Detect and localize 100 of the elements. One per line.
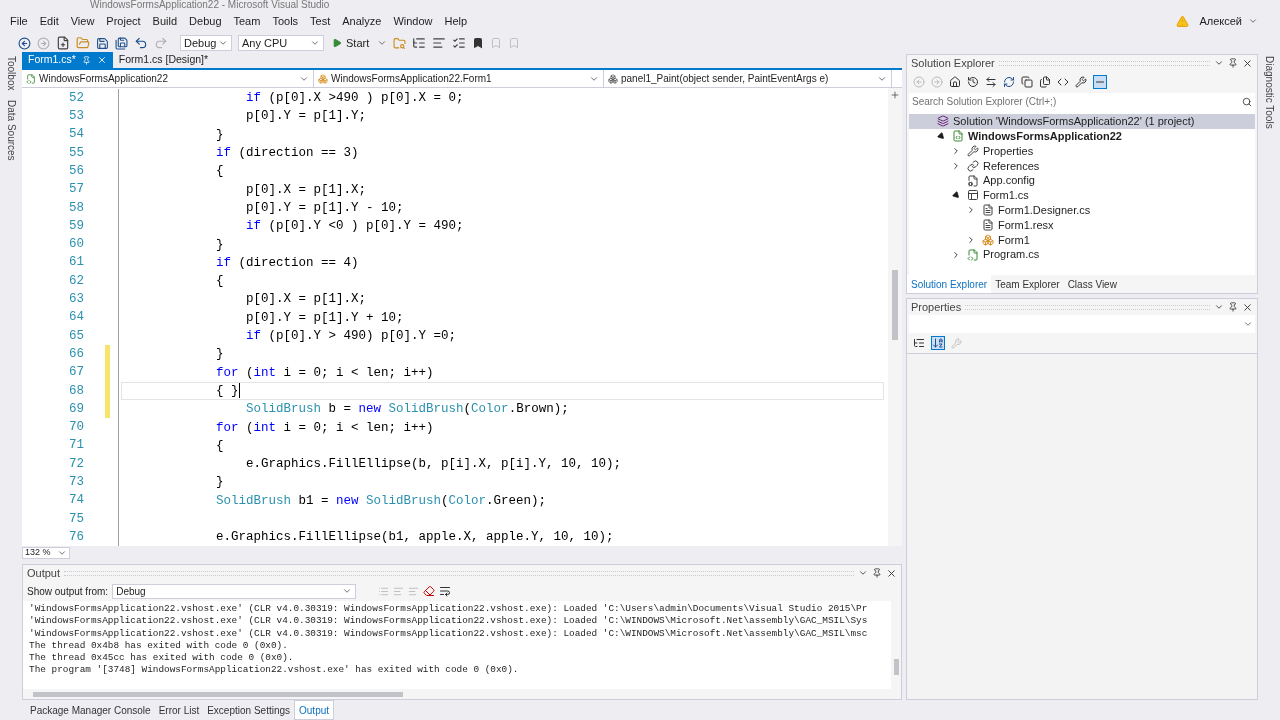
menu-item[interactable]: View: [64, 12, 101, 30]
navigation-dropdown[interactable]: WindowsFormsApplication22.Form1: [314, 70, 604, 87]
expanded-arrow-icon[interactable]: [951, 190, 961, 201]
line-number: 52: [68, 89, 84, 107]
project-icon: [26, 73, 36, 84]
line-number: 65: [68, 327, 84, 345]
output-source-dropdown[interactable]: Debug: [112, 583, 357, 599]
tree-item[interactable]: Form1: [909, 232, 1255, 248]
panel-tab[interactable]: Solution Explorer: [907, 275, 992, 293]
line-number: 73: [68, 474, 84, 491]
editor-tab[interactable]: Form1.cs*: [22, 52, 113, 68]
search-field[interactable]: Search Solution Explorer (Ctrl+;): [909, 93, 1239, 110]
close-icon[interactable]: [1242, 57, 1253, 69]
side-tab[interactable]: Diagnostic Tools: [1261, 56, 1277, 129]
side-tab[interactable]: Toolbox: [3, 56, 19, 91]
tree-item[interactable]: Program.cs: [909, 247, 1255, 262]
code-line: p[0].Y = p[1].Y - 10;: [245, 199, 404, 217]
tree-item[interactable]: Properties: [909, 143, 1255, 159]
save-icon[interactable]: [96, 36, 109, 50]
menu-item[interactable]: Help: [438, 12, 474, 30]
bottom-tab[interactable]: Exception Settings: [203, 700, 295, 720]
align-icon[interactable]: [432, 36, 447, 50]
pin-icon[interactable]: [81, 55, 91, 65]
alphabetical-icon[interactable]: [931, 336, 945, 350]
tree-item[interactable]: Solution 'WindowsFormsApplication22' (1 project): [909, 114, 1255, 129]
bookmark-icon[interactable]: [472, 37, 485, 49]
menu-item[interactable]: Team: [227, 12, 267, 30]
tree-item[interactable]: Form1.Designer.cs: [909, 202, 1255, 218]
code-line: }: [215, 126, 224, 144]
pin-icon[interactable]: [872, 568, 882, 578]
configuration-dropdown[interactable]: Debug: [180, 35, 232, 51]
form-icon: [967, 189, 979, 202]
project-icon: [952, 130, 964, 143]
user-name[interactable]: Алексей: [1199, 12, 1242, 30]
tree-item[interactable]: References: [909, 158, 1255, 174]
navigation-dropdown[interactable]: panel1_Paint(object sender, PaintEventArgs e): [604, 70, 892, 87]
menu-item[interactable]: Debug: [183, 12, 228, 30]
close-icon[interactable]: [1242, 301, 1253, 313]
bottom-tab[interactable]: Package Manager Console: [26, 700, 155, 720]
tree-item[interactable]: App.config: [909, 173, 1255, 188]
code-line: p[0].X = p[1].X;: [245, 181, 367, 199]
code-line: { }: [215, 382, 239, 400]
pin-icon[interactable]: [1228, 302, 1238, 312]
line-number: 70: [68, 419, 84, 437]
show-all-files-icon[interactable]: [1039, 76, 1051, 88]
find-icon[interactable]: [393, 36, 407, 50]
list-icon[interactable]: [452, 36, 467, 50]
menu-item[interactable]: Project: [100, 12, 147, 30]
output-line: The program '[3748] WindowsFormsApplication22.vshost.exe' has exited with code 0 (0x0).: [29, 664, 520, 677]
pending-changes-icon[interactable]: [967, 76, 979, 88]
tree-item[interactable]: Form1.resx: [909, 217, 1255, 233]
code-line: e.Graphics.FillEllipse(b1, apple.X, apple.Y, 10, 10);: [215, 529, 614, 546]
caret-icon: [218, 38, 228, 48]
platform-dropdown[interactable]: Any CPU: [238, 35, 324, 51]
class-icon: [982, 233, 994, 246]
code-line: SolidBrush b = new SolidBrush(Color.Brown);: [245, 401, 569, 419]
new-project-icon[interactable]: [56, 36, 70, 50]
tree-item[interactable]: Form1.cs: [909, 188, 1255, 203]
start-button[interactable]: Start: [330, 34, 372, 52]
home-icon[interactable]: [949, 76, 961, 88]
properties-icon[interactable]: [1075, 76, 1087, 88]
vertical-scrollbar[interactable]: [888, 88, 902, 546]
clear-icon[interactable]: [423, 585, 436, 597]
back-icon[interactable]: [18, 36, 31, 50]
expanded-arrow-icon[interactable]: [936, 131, 946, 142]
undo-icon[interactable]: [134, 36, 148, 50]
menu-item[interactable]: File: [4, 12, 34, 30]
pin-icon[interactable]: [1228, 58, 1238, 68]
bottom-tab[interactable]: Output: [294, 700, 335, 720]
menu-item[interactable]: Edit: [33, 12, 65, 30]
menu-item[interactable]: Tools: [266, 12, 305, 30]
close-icon[interactable]: [886, 567, 897, 579]
side-tab[interactable]: Data Sources: [3, 100, 19, 162]
panel-tab[interactable]: Class View: [1063, 275, 1121, 293]
code-line: }: [215, 346, 224, 364]
navigation-dropdown[interactable]: WindowsFormsApplication22: [22, 70, 314, 87]
dropdown-icon[interactable]: [858, 568, 868, 578]
menu-item[interactable]: Window: [387, 12, 439, 30]
menu-item[interactable]: Test: [304, 12, 337, 30]
word-wrap-icon[interactable]: [439, 585, 452, 597]
panel-tab[interactable]: Team Explorer: [991, 275, 1064, 293]
caret-icon: [1243, 319, 1253, 329]
save-all-icon[interactable]: [115, 36, 128, 50]
menu-item[interactable]: Build: [146, 12, 184, 30]
collapse-icon[interactable]: [1021, 76, 1033, 88]
split-icon[interactable]: [890, 90, 900, 100]
open-icon[interactable]: [76, 36, 90, 50]
menu-item[interactable]: Analyze: [336, 12, 388, 30]
bottom-tab[interactable]: Error List: [154, 700, 204, 720]
tree-item[interactable]: WindowsFormsApplication22: [909, 128, 1255, 144]
tree-view-icon[interactable]: [412, 36, 427, 50]
categorized-icon[interactable]: [913, 337, 925, 349]
view-code-icon[interactable]: [1057, 76, 1069, 88]
dropdown-icon[interactable]: [1214, 58, 1224, 68]
dropdown-icon[interactable]: [1214, 302, 1224, 312]
sync-icon[interactable]: [985, 76, 997, 88]
refresh-icon[interactable]: [1003, 76, 1015, 88]
zoom-dropdown[interactable]: 132 %: [22, 547, 70, 559]
preview-icon[interactable]: [1093, 75, 1107, 89]
search-icon[interactable]: [1242, 96, 1252, 107]
